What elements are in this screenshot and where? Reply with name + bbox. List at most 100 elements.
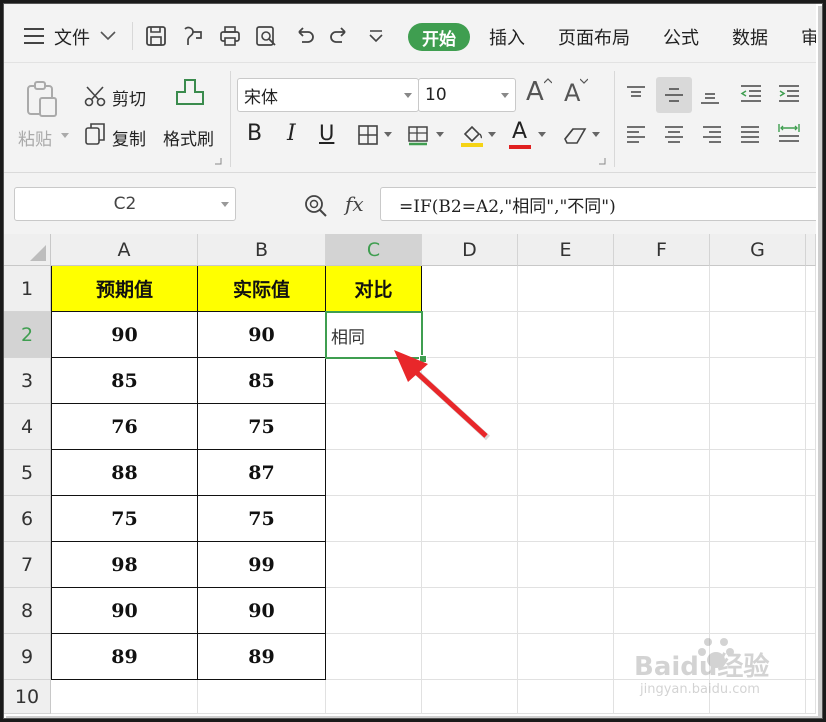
cell-d5[interactable] [422, 450, 518, 496]
cell-a10[interactable] [51, 680, 198, 714]
cell-h9[interactable] [806, 634, 816, 680]
font-color-button[interactable]: A [512, 119, 527, 144]
cell-e9[interactable] [518, 634, 614, 680]
cell-a8[interactable]: 90 [51, 588, 198, 634]
cell-g1[interactable] [710, 266, 806, 312]
decrease-indent-icon[interactable] [738, 83, 764, 105]
cell-f5[interactable] [614, 450, 710, 496]
print-icon[interactable] [218, 24, 242, 48]
cell-f2[interactable] [614, 312, 710, 358]
copy-icon[interactable] [82, 121, 108, 147]
align-left-icon[interactable] [624, 123, 648, 145]
cell-h10[interactable] [806, 680, 816, 714]
cell-c5[interactable] [326, 450, 422, 496]
cell-a1[interactable]: 预期值 [51, 266, 198, 312]
cell-h7[interactable] [806, 542, 816, 588]
cell-e2[interactable] [518, 312, 614, 358]
row-header-10[interactable]: 10 [4, 680, 51, 714]
column-header-g[interactable]: G [710, 234, 806, 266]
column-header-c[interactable]: C [326, 234, 422, 266]
zoom-search-icon[interactable] [302, 193, 330, 219]
font-size-select[interactable]: 10 [418, 78, 516, 112]
cell-b9[interactable]: 89 [198, 634, 326, 680]
cell-d8[interactable] [422, 588, 518, 634]
format-painter-icon[interactable] [172, 77, 208, 115]
bold-button[interactable]: B [247, 121, 262, 146]
cell-b8[interactable]: 90 [198, 588, 326, 634]
cell-f7[interactable] [614, 542, 710, 588]
cell-a3[interactable]: 85 [51, 358, 198, 404]
cell-a2[interactable]: 90 [51, 312, 198, 358]
cut-button[interactable]: 剪切 [112, 85, 146, 110]
chevron-down-icon[interactable] [221, 202, 229, 208]
cell-b3[interactable]: 85 [198, 358, 326, 404]
cell-h6[interactable] [806, 496, 816, 542]
row-header-3[interactable]: 3 [4, 358, 51, 404]
cell-e1[interactable] [518, 266, 614, 312]
row-header-8[interactable]: 8 [4, 588, 51, 634]
tab-formulas[interactable]: 公式 [663, 24, 699, 50]
cell-g4[interactable] [710, 404, 806, 450]
cell-d10[interactable] [422, 680, 518, 714]
cell-g7[interactable] [710, 542, 806, 588]
font-color-dropdown-icon[interactable] [538, 131, 546, 139]
cell-a7[interactable]: 98 [51, 542, 198, 588]
eraser-dropdown-icon[interactable] [592, 131, 600, 139]
tab-insert[interactable]: 插入 [489, 24, 525, 50]
cell-h3[interactable] [806, 358, 816, 404]
row-header-1[interactable]: 1 [4, 266, 51, 312]
align-right-icon[interactable] [700, 123, 724, 145]
paste-button[interactable]: 粘贴 [18, 125, 52, 150]
redo-icon[interactable] [328, 24, 352, 48]
align-center-icon[interactable] [662, 123, 686, 145]
cell-a4[interactable]: 76 [51, 404, 198, 450]
cell-e10[interactable] [518, 680, 614, 714]
tab-review[interactable]: 审 [801, 24, 816, 50]
name-box[interactable]: C2 [14, 187, 236, 221]
cell-a9[interactable]: 89 [51, 634, 198, 680]
distributed-align-icon[interactable] [776, 121, 802, 145]
row-header-4[interactable]: 4 [4, 404, 51, 450]
borders-icon[interactable] [356, 123, 380, 147]
align-middle-button[interactable] [656, 77, 692, 113]
cell-d7[interactable] [422, 542, 518, 588]
eraser-icon[interactable] [562, 123, 590, 149]
row-header-6[interactable]: 6 [4, 496, 51, 542]
cell-d6[interactable] [422, 496, 518, 542]
cell-e7[interactable] [518, 542, 614, 588]
cell-style-dropdown-icon[interactable] [436, 131, 444, 139]
row-header-2[interactable]: 2 [4, 312, 51, 358]
format-painter-button[interactable]: 格式刷 [163, 125, 214, 150]
file-menu[interactable]: 文件 [54, 24, 90, 50]
row-header-9[interactable]: 9 [4, 634, 51, 680]
format-brush-quick-icon[interactable] [180, 24, 206, 48]
cell-f3[interactable] [614, 358, 710, 404]
cell-g6[interactable] [710, 496, 806, 542]
fill-color-icon[interactable] [458, 121, 486, 149]
cell-f6[interactable] [614, 496, 710, 542]
row-header-7[interactable]: 7 [4, 542, 51, 588]
column-header-b[interactable]: B [198, 234, 326, 266]
save-icon[interactable] [144, 24, 168, 48]
paste-dropdown-icon[interactable] [60, 131, 70, 141]
column-header-a[interactable]: A [51, 234, 198, 266]
column-header-e[interactable]: E [518, 234, 614, 266]
cell-e4[interactable] [518, 404, 614, 450]
cell-g8[interactable] [710, 588, 806, 634]
cell-c1[interactable]: 对比 [326, 266, 422, 312]
scissors-icon[interactable] [82, 83, 108, 109]
formula-input[interactable]: =IF(B2=A2,"相同","不同") [380, 187, 816, 221]
cell-h8[interactable] [806, 588, 816, 634]
cell-b6[interactable]: 75 [198, 496, 326, 542]
cell-e8[interactable] [518, 588, 614, 634]
row-header-5[interactable]: 5 [4, 450, 51, 496]
chevron-down-icon[interactable] [98, 26, 118, 46]
align-bottom-icon[interactable] [698, 85, 722, 107]
justify-icon[interactable] [738, 123, 762, 145]
cell-h4[interactable] [806, 404, 816, 450]
column-header-f[interactable]: F [614, 234, 710, 266]
cell-g2[interactable] [710, 312, 806, 358]
tab-data[interactable]: 数据 [732, 24, 768, 50]
cell-c10[interactable] [326, 680, 422, 714]
cell-e6[interactable] [518, 496, 614, 542]
